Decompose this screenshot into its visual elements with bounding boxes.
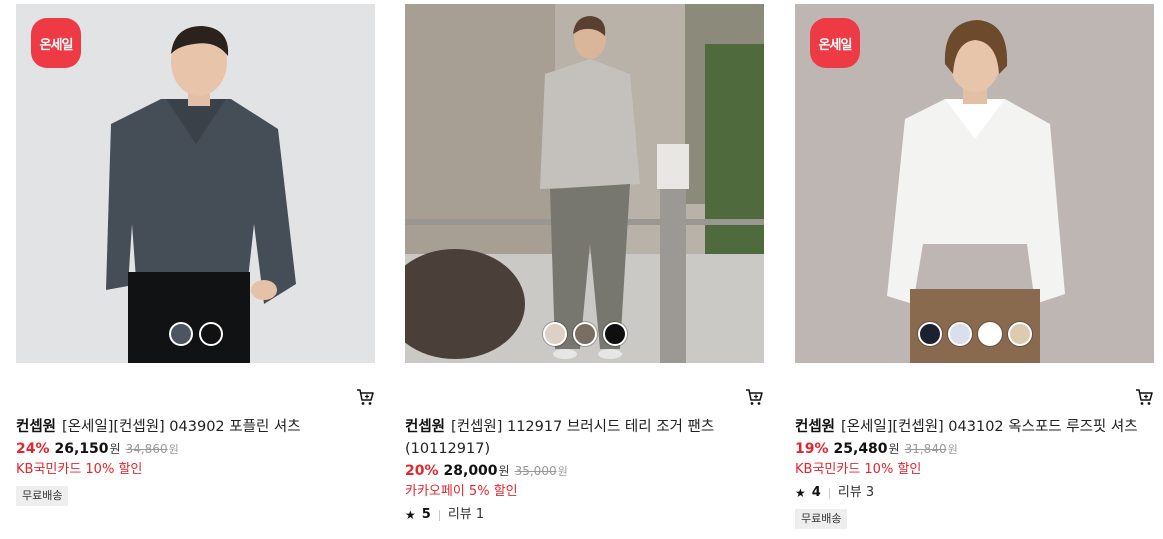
- product-photo-pants: [405, 4, 764, 363]
- divider: [828, 487, 830, 499]
- product-info: 컨셉원 [컨셉원] 112917 브러시드 테리 조거 팬츠 (10112917)…: [405, 416, 765, 525]
- brand-name: 컨셉원: [16, 419, 57, 435]
- product-info: 컨셉원 [온세일][컨셉원] 043902 포플린 셔츠 24% 26,150원 34…: [16, 416, 376, 506]
- color-swatch[interactable]: [572, 322, 597, 346]
- currency-unit: 원: [498, 464, 510, 478]
- free-shipping-tag: 무료배송: [16, 486, 69, 506]
- promo-text: KB국민카드 10% 할인: [16, 462, 143, 477]
- rating-score: 5: [421, 507, 431, 522]
- cart-icon[interactable]: [1135, 388, 1153, 406]
- product-image[interactable]: 온세일: [16, 4, 375, 363]
- currency-unit: 원: [109, 442, 121, 456]
- rating-row: ★ 4 리뷰 3: [795, 483, 1155, 503]
- on-sale-badge: 온세일: [31, 18, 81, 68]
- discount-rate: 20%: [405, 463, 439, 479]
- product-card[interactable]: 온세일 컨셉원 [온세일][컨셉원] 043102 옥스포드 루즈핏 셔츠 19%…: [795, 4, 1155, 529]
- currency-unit: 원: [947, 443, 958, 456]
- discount-rate: 24%: [16, 441, 50, 457]
- color-swatch[interactable]: [198, 322, 223, 346]
- sale-price: 26,150: [54, 441, 109, 457]
- product-title[interactable]: 컨셉원 [온세일][컨셉원] 043902 포플린 셔츠: [16, 416, 376, 438]
- color-swatch[interactable]: [1007, 322, 1032, 346]
- product-name: [온세일][컨셉원] 043102 옥스포드 루즈핏 셔츠: [841, 419, 1138, 435]
- color-swatches: [16, 322, 375, 346]
- product-card[interactable]: 온세일 컨셉원 [온세일][컨셉원] 043902 포플린 셔츠 24% 26,15…: [16, 4, 376, 506]
- product-image[interactable]: 온세일: [795, 4, 1154, 363]
- product-title[interactable]: 컨셉원 [컨셉원] 112917 브러시드 테리 조거 팬츠 (10112917): [405, 416, 765, 460]
- brand-name: 컨셉원: [795, 419, 836, 435]
- price-row: 24% 26,150원 34,860원: [16, 439, 376, 460]
- free-shipping-tag: 무료배송: [795, 509, 848, 529]
- sale-price: 28,000: [443, 463, 498, 479]
- discount-rate: 19%: [795, 441, 829, 457]
- currency-unit: 원: [557, 465, 568, 478]
- color-swatch[interactable]: [542, 322, 567, 346]
- color-swatch[interactable]: [947, 322, 972, 346]
- divider: [438, 509, 440, 521]
- product-grid: 온세일 컨셉원 [온세일][컨셉원] 043902 포플린 셔츠 24% 26,15…: [0, 0, 1163, 539]
- product-title[interactable]: 컨셉원 [온세일][컨셉원] 043102 옥스포드 루즈핏 셔츠: [795, 416, 1155, 438]
- currency-unit: 원: [888, 442, 900, 456]
- currency-unit: 원: [168, 443, 179, 456]
- star-icon: ★: [795, 486, 806, 500]
- on-sale-badge: 온세일: [810, 18, 860, 68]
- product-info: 컨셉원 [온세일][컨셉원] 043102 옥스포드 루즈핏 셔츠 19% 25,4…: [795, 416, 1155, 529]
- review-count[interactable]: 리뷰 3: [838, 483, 874, 503]
- original-price: 35,000: [514, 464, 557, 478]
- cart-icon[interactable]: [356, 388, 374, 406]
- brand-name: 컨셉원: [405, 419, 446, 435]
- color-swatch[interactable]: [917, 322, 942, 346]
- cart-icon[interactable]: [745, 388, 763, 406]
- color-swatch[interactable]: [602, 322, 627, 346]
- product-image[interactable]: [405, 4, 764, 363]
- product-name: [컨셉원] 112917 브러시드 테리 조거 팬츠 (10112917): [405, 419, 715, 457]
- original-price: 31,840: [904, 442, 947, 456]
- color-swatches: [795, 322, 1154, 346]
- review-count[interactable]: 리뷰 1: [448, 505, 484, 525]
- star-icon: ★: [405, 508, 416, 522]
- price-row: 20% 28,000원 35,000원: [405, 461, 765, 482]
- promo-text: KB국민카드 10% 할인: [795, 462, 922, 477]
- color-swatches: [405, 322, 764, 346]
- sale-price: 25,480: [833, 441, 888, 457]
- rating-row: ★ 5 리뷰 1: [405, 505, 765, 525]
- product-card[interactable]: 컨셉원 [컨셉원] 112917 브러시드 테리 조거 팬츠 (10112917)…: [405, 4, 765, 522]
- promo-text: 카카오페이 5% 할인: [405, 484, 518, 499]
- rating-score: 4: [811, 485, 821, 500]
- product-name: [온세일][컨셉원] 043902 포플린 셔츠: [62, 419, 301, 435]
- original-price: 34,860: [125, 442, 168, 456]
- color-swatch[interactable]: [168, 322, 193, 346]
- price-row: 19% 25,480원 31,840원: [795, 439, 1155, 460]
- color-swatch[interactable]: [977, 322, 1002, 346]
